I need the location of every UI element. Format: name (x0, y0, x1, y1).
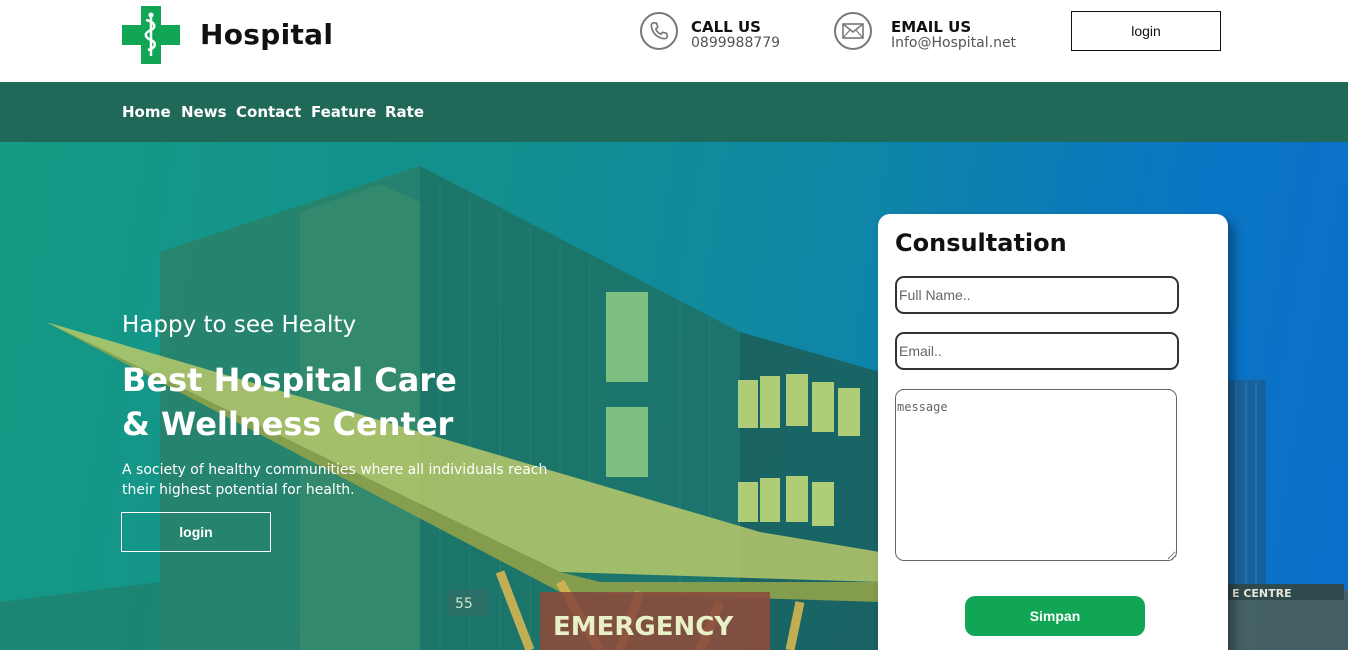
header-login-button[interactable]: login (1071, 11, 1221, 51)
email-input[interactable] (895, 332, 1179, 370)
consultation-form: Consultation Simpan (878, 214, 1228, 650)
envelope-icon (834, 12, 872, 50)
email-us-label: EMAIL US (891, 18, 972, 36)
site-header: Hospital CALL US 0899988779 EMAIL US Inf… (0, 0, 1348, 82)
medical-cross-logo-icon[interactable] (122, 6, 180, 64)
phone-icon (640, 12, 678, 50)
nav-item-home[interactable]: Home (122, 103, 171, 121)
phone-number: 0899988779 (691, 35, 781, 51)
nav-item-rate[interactable]: Rate (385, 103, 424, 121)
centre-sign: E CENTRE (1232, 587, 1292, 600)
nav-item-news[interactable]: News (181, 103, 227, 121)
hero-description: A society of healthy communities where a… (122, 462, 548, 498)
message-textarea[interactable] (895, 389, 1177, 561)
full-name-input[interactable] (895, 276, 1179, 314)
hero-title-line1: Best Hospital Care (122, 361, 457, 399)
main-nav: Home News Contact Feature Rate (0, 82, 1348, 142)
simpan-button[interactable]: Simpan (965, 596, 1145, 636)
call-us-label: CALL US (691, 18, 761, 36)
emergency-sign: EMERGENCY (553, 612, 734, 642)
hero-login-button[interactable]: login (121, 512, 271, 552)
consultation-title: Consultation (895, 229, 1067, 257)
nav-item-feature[interactable]: Feature (311, 103, 376, 121)
brand-name[interactable]: Hospital (200, 18, 333, 51)
hero-title-line2: & Wellness Center (122, 405, 454, 443)
nav-item-contact[interactable]: Contact (236, 103, 301, 121)
building-number-sign: 55 (455, 596, 473, 612)
email-address: Info@Hospital.net (891, 35, 1017, 51)
hero-title: Best Hospital Care & Wellness Center (122, 358, 457, 446)
hero-subtitle: Happy to see Healty (122, 312, 357, 338)
